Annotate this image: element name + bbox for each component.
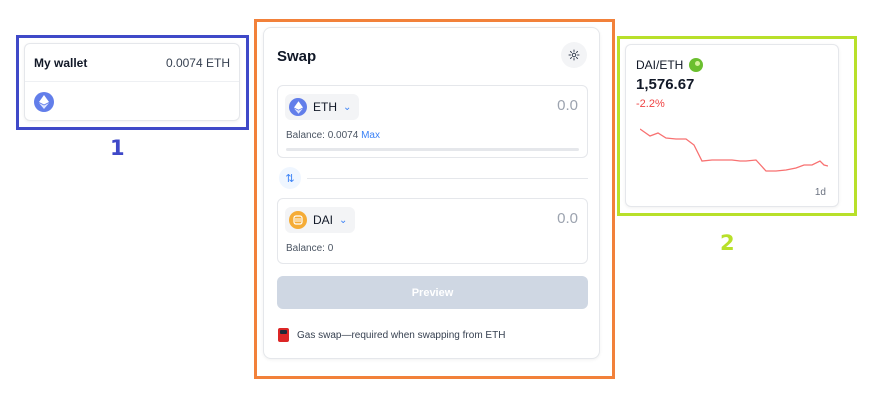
chevron-down-icon: ⌄: [339, 214, 348, 226]
price-change: -2.2%: [636, 98, 665, 110]
from-balance-value: 0.0074: [327, 130, 359, 141]
from-balance: Balance: 0.0074 Max: [286, 130, 380, 141]
to-balance-value: 0: [327, 243, 334, 254]
gear-icon: [568, 49, 580, 61]
wallet-card: My wallet 0.0074 ETH: [24, 43, 240, 121]
to-balance-label: Balance:: [286, 243, 325, 254]
to-amount-input[interactable]: 0.0: [557, 210, 578, 227]
swap-arrows-icon: ⇅: [285, 172, 295, 185]
chevron-down-icon: ⌄: [343, 101, 352, 113]
price-value: 1,576.67: [636, 76, 695, 93]
eth-icon: [289, 98, 307, 116]
gas-pump-icon: [278, 328, 289, 342]
preview-button[interactable]: Preview: [277, 276, 588, 309]
pair-label: DAI/ETH: [636, 58, 684, 72]
pair-indicator-icon: [689, 58, 704, 72]
gas-note-text: Gas swap—required when swapping from ETH: [297, 329, 506, 341]
wallet-header: My wallet 0.0074 ETH: [25, 44, 239, 82]
eth-icon[interactable]: [34, 92, 54, 112]
sparkline-line: [640, 128, 828, 172]
amount-slider-track[interactable]: [286, 148, 579, 151]
annotation-label-1: 1: [110, 136, 125, 160]
from-token-label: ETH: [313, 100, 337, 114]
wallet-title: My wallet: [34, 55, 88, 70]
annotation-label-2: 2: [720, 231, 735, 255]
max-button[interactable]: Max: [361, 130, 380, 141]
swap-title: Swap: [277, 48, 317, 65]
pair-row: DAI/ETH: [636, 58, 704, 72]
gas-note: Gas swap—required when swapping from ETH: [278, 328, 505, 342]
settings-button[interactable]: [561, 42, 587, 68]
from-token-box: ETH ⌄ 0.0 Balance: 0.0074 Max: [277, 85, 588, 158]
divider: [307, 178, 588, 179]
to-token-box: DAI ⌄ 0.0 Balance: 0: [277, 198, 588, 264]
from-balance-label: Balance:: [286, 130, 325, 141]
to-token-label: DAI: [313, 213, 334, 227]
switch-row: ⇅: [277, 167, 588, 191]
price-sparkline: [640, 128, 828, 172]
from-token-selector[interactable]: ETH ⌄: [285, 94, 360, 120]
to-token-selector[interactable]: DAI ⌄: [285, 207, 356, 233]
timeframe-label[interactable]: 1d: [815, 187, 826, 198]
swap-direction-button[interactable]: ⇅: [279, 167, 301, 189]
to-balance: Balance: 0: [286, 243, 333, 254]
from-amount-input[interactable]: 0.0: [557, 97, 578, 114]
dai-icon: [289, 211, 307, 229]
wallet-balance: 0.0074 ETH: [165, 55, 230, 70]
price-card: DAI/ETH 1,576.67 -2.2% 1d: [625, 44, 839, 207]
swap-card: Swap ETH ⌄ 0.0 Balance: 0.0074 Max ⇅ DAI…: [263, 27, 600, 359]
